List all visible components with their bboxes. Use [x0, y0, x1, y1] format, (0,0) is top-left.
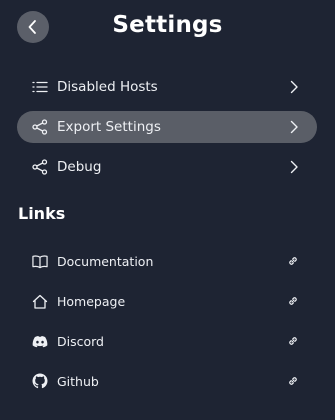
github-icon — [32, 373, 48, 389]
chevron-right-icon — [287, 160, 301, 174]
settings-item-label: Debug — [57, 159, 102, 175]
link-homepage[interactable]: Homepage — [17, 285, 317, 317]
link-label: Github — [57, 373, 99, 389]
settings-item-debug[interactable]: Debug — [17, 151, 317, 183]
link-label: Discord — [57, 333, 104, 349]
chevron-right-icon — [287, 80, 301, 94]
link-documentation[interactable]: Documentation — [17, 245, 317, 277]
link-label: Homepage — [57, 293, 126, 309]
book-icon — [32, 253, 48, 269]
link-label: Documentation — [57, 253, 154, 269]
share-icon — [32, 159, 48, 175]
chevron-right-icon — [287, 120, 301, 134]
links-section-title: Links — [18, 204, 66, 223]
list-icon — [32, 79, 48, 95]
discord-icon — [32, 333, 48, 349]
link-icon — [287, 255, 299, 267]
home-icon — [32, 293, 48, 309]
link-github[interactable]: Github — [17, 365, 317, 397]
page-title: Settings — [112, 12, 223, 38]
share-icon — [32, 119, 48, 135]
link-icon — [287, 335, 299, 347]
settings-item-disabled-hosts[interactable]: Disabled Hosts — [17, 71, 317, 103]
settings-item-label: Export Settings — [57, 119, 161, 135]
link-discord[interactable]: Discord — [17, 325, 317, 357]
settings-item-label: Disabled Hosts — [57, 79, 158, 95]
link-icon — [287, 375, 299, 387]
settings-item-export-settings[interactable]: Export Settings — [17, 111, 317, 143]
link-icon — [287, 295, 299, 307]
